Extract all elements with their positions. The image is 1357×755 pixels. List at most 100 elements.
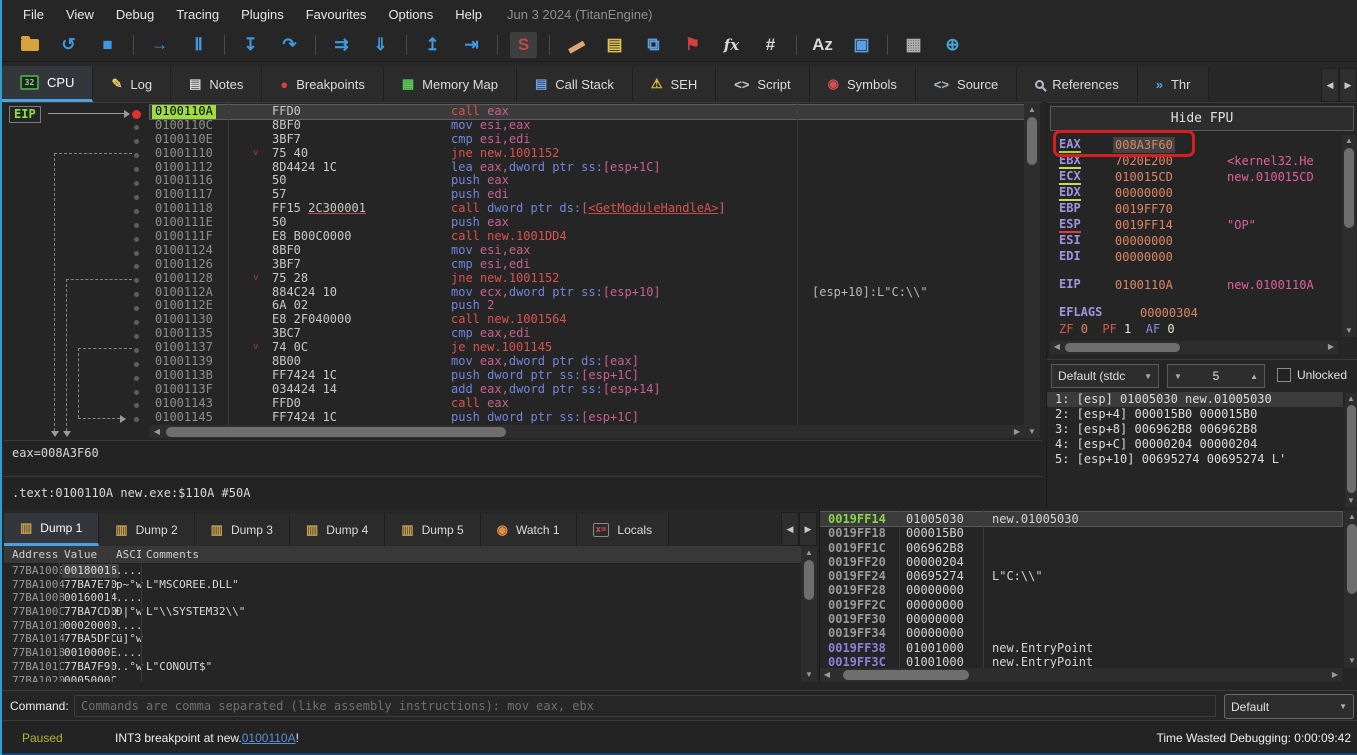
menu-tracing[interactable]: Tracing	[165, 3, 230, 26]
bookmarks-icon[interactable]: ⚑	[679, 32, 706, 58]
tab-script[interactable]: <>Script	[716, 66, 809, 102]
register-value[interactable]: 00000304	[1140, 305, 1198, 321]
arguments-vscrollbar[interactable]: ▲ ▼	[1345, 393, 1357, 507]
disasm-row[interactable]: 010011398B00mov eax,dword ptr ds:[eax]	[150, 355, 1026, 369]
argument-row[interactable]: 4: [esp+C] 00000204 00000204	[1047, 437, 1343, 452]
website-globe-icon[interactable]: ⊕	[939, 32, 966, 58]
comments-icon[interactable]: ▤	[601, 32, 628, 58]
animate-into-icon[interactable]: ⇉	[328, 32, 355, 58]
menu-debug[interactable]: Debug	[105, 3, 165, 26]
instruction-dot[interactable]	[134, 348, 139, 353]
calculator-icon[interactable]: ▦	[900, 32, 927, 58]
register-row-ebp[interactable]: EBP0019FF70	[1047, 201, 1339, 217]
dump-header-asci[interactable]: ASCI	[116, 546, 143, 564]
tab-dump-4[interactable]: ▥Dump 4	[290, 513, 385, 546]
instruction-dot[interactable]	[134, 264, 139, 269]
compare-hash-icon[interactable]: #	[757, 32, 784, 58]
tab-source[interactable]: <>Source	[916, 66, 1017, 102]
argument-depth-spinner[interactable]: ▼ 5 ▲	[1167, 364, 1265, 388]
scroll-right-arrow[interactable]: ▶	[1328, 669, 1342, 681]
tab-breakpoints[interactable]: ●Breakpoints	[262, 66, 384, 102]
step-over-icon[interactable]: ↷	[276, 32, 303, 58]
instruction-dot[interactable]	[134, 306, 139, 311]
dump-row[interactable]: 77BA10180010000E....	[4, 646, 817, 660]
disasm-row[interactable]: 0100113BFF7424 1Cpush dword ptr ss:[esp+…	[150, 369, 1026, 383]
disasm-vscrollbar[interactable]: ▲ ▼	[1024, 103, 1040, 438]
dump-row[interactable]: 77BA101477BA5DFCü]°w	[4, 632, 817, 646]
instruction-dot[interactable]	[134, 334, 139, 339]
dump-row[interactable]: 77BA100477BA7E70p~°wL"MSCOREE.DLL"	[4, 578, 817, 592]
scroll-left-arrow[interactable]: ◀	[150, 426, 164, 438]
instruction-dot[interactable]	[134, 362, 139, 367]
disasm-row[interactable]: 0100110E3BF7cmp esi,edi	[150, 133, 1026, 147]
tab-references[interactable]: References	[1017, 66, 1137, 102]
source-mode-icon[interactable]: S	[510, 32, 537, 58]
menu-view[interactable]: View	[55, 3, 105, 26]
instruction-dot[interactable]	[134, 167, 139, 172]
command-input[interactable]	[74, 695, 1216, 717]
disasm-row[interactable]: 0100110AFFD0call eax	[150, 105, 1026, 119]
disasm-row[interactable]: 01001118FF15 2C300001call dword ptr ds:[…	[150, 202, 1026, 216]
disasm-row[interactable]: 0100111757push edi	[150, 188, 1026, 202]
scroll-up-arrow[interactable]: ▲	[1345, 511, 1357, 523]
disasm-row[interactable]: 0100112A884C24 10mov ecx,dword ptr ss:[e…	[150, 286, 1026, 300]
register-value[interactable]: 00000000	[1115, 249, 1173, 265]
dump-row[interactable]: 77BA100800160014....	[4, 591, 817, 605]
register-value[interactable]: 00000000	[1115, 233, 1173, 249]
dump-row[interactable]: 77BA101000020000....	[4, 619, 817, 633]
instruction-dot[interactable]	[134, 181, 139, 186]
scroll-up-arrow[interactable]: ▲	[802, 547, 816, 559]
run-to-user-code-icon[interactable]: ⇥	[458, 32, 485, 58]
argument-row[interactable]: 3: [esp+8] 006962B8 006962B8	[1047, 422, 1343, 437]
register-value[interactable]: 010015CD	[1115, 169, 1173, 185]
instruction-dot[interactable]	[134, 292, 139, 297]
disasm-row[interactable]: 010011353BC7cmp eax,edi	[150, 327, 1026, 341]
scroll-down-arrow[interactable]: ▼	[1345, 655, 1357, 667]
tab-log[interactable]: ✎Log	[93, 66, 171, 102]
tab-dump-3[interactable]: ▥Dump 3	[195, 513, 290, 546]
dump-row[interactable]: 77BA100C77BA7CD0Ð|°wL"\\SYSTEM32\\"	[4, 605, 817, 619]
disasm-vscroll-thumb[interactable]	[1027, 117, 1037, 165]
spinner-up-icon[interactable]: ▲	[1250, 372, 1258, 381]
disasm-row[interactable]: 010011263BF7cmp esi,edi	[150, 258, 1026, 272]
scroll-right-arrow[interactable]: ▶	[1324, 341, 1338, 353]
flags-row[interactable]: ZF 0 PF 1 AF 0	[1047, 321, 1339, 337]
tab-thr[interactable]: »Thr	[1138, 66, 1210, 102]
dump-row[interactable]: 77BA101C77BA7F90..°wL"CONOUT$"	[4, 660, 817, 674]
dump-header-address[interactable]: Address	[12, 546, 58, 564]
functions-icon[interactable]: fx	[718, 32, 745, 58]
disasm-hscroll-thumb[interactable]	[166, 427, 506, 437]
instruction-dot[interactable]	[134, 237, 139, 242]
registers-vscrollbar[interactable]: ▲ ▼	[1342, 135, 1356, 337]
disasm-row[interactable]: 0100110C8BF0mov esi,eax	[150, 119, 1026, 133]
stack-panel[interactable]: 0019FF1401005030new.010050300019FF180000…	[819, 510, 1357, 682]
flag-value-af[interactable]: 0	[1167, 322, 1174, 336]
registers-hscroll-thumb[interactable]	[1065, 343, 1180, 352]
register-row-eip[interactable]: EIP0100110Anew.0100110A	[1047, 277, 1339, 293]
register-value[interactable]: 0019FF70	[1115, 201, 1173, 217]
register-row-esp[interactable]: ESP0019FF14"OP"	[1047, 217, 1339, 233]
breakpoint-address-link[interactable]: 0100110A	[242, 731, 296, 745]
unlocked-checkbox[interactable]	[1277, 368, 1291, 382]
instruction-dot[interactable]	[134, 139, 139, 144]
scroll-down-arrow[interactable]: ▼	[1342, 325, 1356, 337]
instruction-dot[interactable]	[134, 195, 139, 200]
register-row-eflags[interactable]: EFLAGS00000304	[1047, 305, 1339, 321]
disassembly-panel[interactable]: EIP 0100110AFFD0call eax0100110C8BF0mov …	[4, 102, 1042, 438]
argument-row[interactable]: 2: [esp+4] 000015B0 000015B0	[1047, 407, 1343, 422]
disasm-row[interactable]: 0100111E50push eax	[150, 216, 1026, 230]
menu-help[interactable]: Help	[444, 3, 493, 26]
hide-fpu-button[interactable]: Hide FPU	[1050, 106, 1354, 131]
menu-file[interactable]: File	[12, 3, 55, 26]
disassembly-rows[interactable]: 0100110AFFD0call eax0100110C8BF0mov esi,…	[150, 105, 1026, 424]
tab-seh[interactable]: ⚠SEH	[633, 66, 716, 102]
instruction-dot[interactable]	[134, 153, 139, 158]
spinner-down-icon[interactable]: ▼	[1174, 372, 1182, 381]
disasm-row[interactable]: 0100111650push eax	[150, 174, 1026, 188]
scroll-left-arrow[interactable]: ◀	[820, 669, 834, 681]
tab-scroll-left-icon[interactable]: ◀	[1321, 68, 1339, 102]
instruction-dot[interactable]	[134, 390, 139, 395]
registers-hscrollbar[interactable]: ◀ ▶	[1050, 341, 1338, 354]
disasm-row[interactable]: 01001130E8 2F040000call new.1001564	[150, 313, 1026, 327]
instruction-dot[interactable]	[134, 125, 139, 130]
